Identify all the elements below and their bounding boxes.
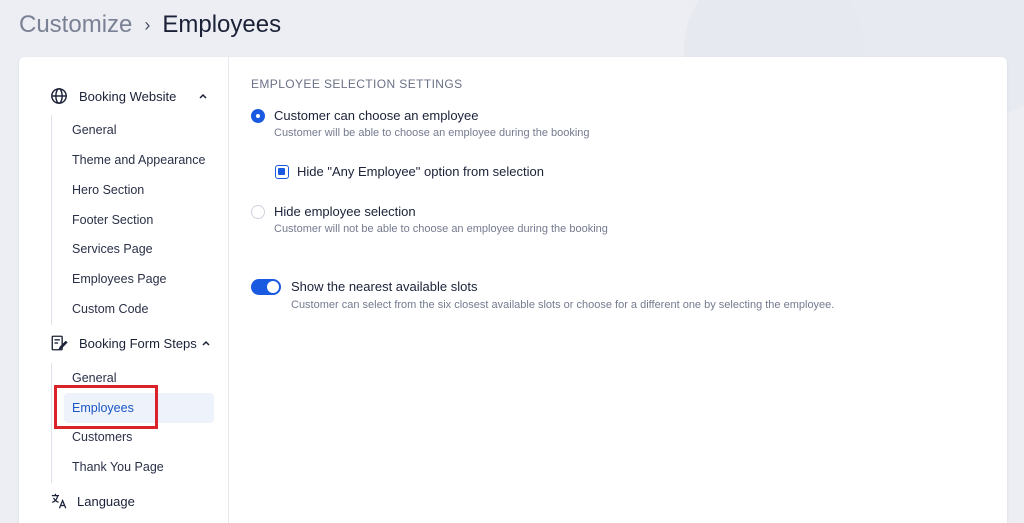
globe-icon bbox=[51, 88, 67, 104]
hide-selection-radio[interactable] bbox=[251, 205, 265, 219]
choose-employee-radio[interactable] bbox=[251, 109, 265, 123]
sidebar-group-booking-website[interactable]: Booking Website bbox=[50, 86, 208, 106]
choose-employee-label[interactable]: Customer can choose an employee bbox=[274, 108, 479, 123]
sidebar-item-general[interactable]: General bbox=[64, 115, 214, 145]
sidebar-item-theme-appearance[interactable]: Theme and Appearance bbox=[64, 145, 214, 175]
breadcrumb: Customize › Employees bbox=[19, 10, 281, 40]
settings-card: Booking Website General Theme and Appear… bbox=[19, 57, 1007, 523]
sidebar-item-label: Language bbox=[77, 493, 135, 509]
sidebar-item-footer-section[interactable]: Footer Section bbox=[64, 205, 214, 235]
breadcrumb-separator: › bbox=[144, 14, 151, 35]
chevron-up-icon[interactable] bbox=[198, 91, 208, 101]
hide-any-employee-label[interactable]: Hide "Any Employee" option from selectio… bbox=[297, 164, 544, 179]
sidebar-item-employees-page[interactable]: Employees Page bbox=[64, 264, 214, 294]
translate-icon bbox=[51, 493, 67, 509]
hide-any-employee-checkbox[interactable] bbox=[275, 165, 289, 179]
nearest-slots-description: Customer can select from the six closest… bbox=[291, 299, 835, 311]
sidebar-item-form-thank-you-page[interactable]: Thank You Page bbox=[64, 452, 214, 482]
tree-line bbox=[51, 363, 52, 483]
section-title: EMPLOYEE SELECTION SETTINGS bbox=[251, 77, 463, 91]
highlight-annotation-box bbox=[54, 385, 158, 429]
tree-line bbox=[51, 115, 52, 325]
sidebar-group-label: Booking Form Steps bbox=[79, 335, 197, 351]
nearest-slots-toggle[interactable] bbox=[251, 279, 281, 295]
hide-selection-label[interactable]: Hide employee selection bbox=[274, 204, 416, 219]
choose-employee-description: Customer will be able to choose an emplo… bbox=[274, 127, 590, 139]
sidebar-group-label: Booking Website bbox=[79, 88, 177, 104]
sidebar-item-language[interactable]: Language bbox=[50, 492, 135, 510]
page-title: Employees bbox=[162, 11, 282, 38]
hide-selection-description: Customer will not be able to choose an e… bbox=[274, 223, 608, 235]
sidebar: Booking Website General Theme and Appear… bbox=[19, 57, 229, 523]
sidebar-item-custom-code[interactable]: Custom Code bbox=[64, 294, 214, 324]
breadcrumb-parent-link[interactable]: Customize bbox=[19, 11, 132, 39]
sidebar-item-services-page[interactable]: Services Page bbox=[64, 234, 214, 264]
form-edit-icon bbox=[51, 335, 68, 351]
sidebar-item-hero-section[interactable]: Hero Section bbox=[64, 175, 214, 205]
chevron-up-icon[interactable] bbox=[201, 338, 211, 348]
sidebar-group-booking-form-steps[interactable]: Booking Form Steps bbox=[50, 333, 211, 353]
nearest-slots-label[interactable]: Show the nearest available slots bbox=[291, 279, 477, 294]
